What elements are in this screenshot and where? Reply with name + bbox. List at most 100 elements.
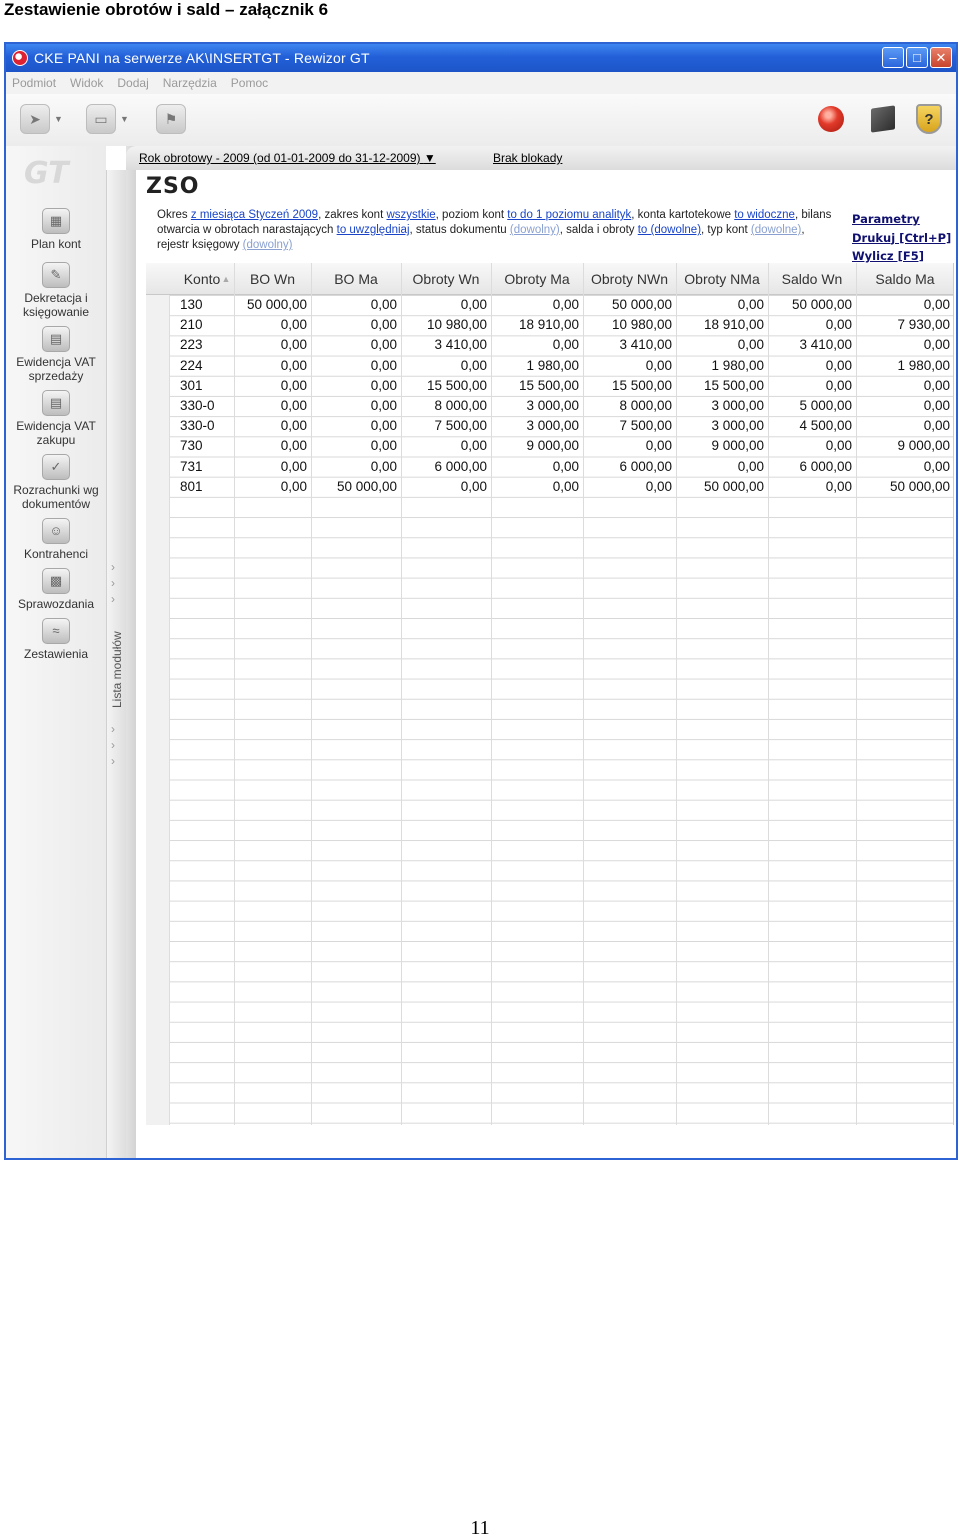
table-row[interactable]: 801 0,00 50 000,00 0,00 0,00 0,00 50 000,00 0,0… xyxy=(146,477,953,497)
module-zestawienia[interactable]: ≈ Zestawienia xyxy=(6,618,106,661)
open-folder-button[interactable]: ▭ ▼ xyxy=(86,102,129,136)
cell-bo-ma: 0,00 xyxy=(370,418,397,434)
filter-opening-balance-link[interactable]: to uwzględniaj xyxy=(337,224,410,236)
filter-cards-link[interactable]: to widoczne xyxy=(734,209,795,221)
cell-obroty-nwn: 15 500,00 xyxy=(611,377,672,393)
column-divider[interactable] xyxy=(768,263,769,1125)
column-header-obroty-ma[interactable]: Obroty Ma xyxy=(491,263,583,295)
menu-pomoc[interactable]: Pomoc xyxy=(231,76,268,90)
menu-dodaj[interactable]: Dodaj xyxy=(117,76,148,90)
cell-obroty-ma: 18 910,00 xyxy=(518,317,579,333)
balances-table: Konto ▲ BO Wn BO Ma Obroty Wn Obroty Ma Obroty… xyxy=(146,263,954,1125)
column-divider[interactable] xyxy=(491,263,492,1125)
cell-saldo-wn: 50 000,00 xyxy=(791,297,852,312)
filter-type-link[interactable]: (dowolne) xyxy=(751,224,802,236)
table-row[interactable]: 330-0 0,00 0,00 7 500,00 3 000,00 7 500,00 3 0… xyxy=(146,416,953,436)
parameters-link[interactable]: Parametry xyxy=(852,210,951,229)
column-header-bo-wn[interactable]: BO Wn xyxy=(234,263,311,295)
minimize-icon[interactable]: – xyxy=(882,47,904,68)
module-vat-zakupu[interactable]: ▤ Ewidencja VAT zakupu xyxy=(6,390,106,447)
app-logo-icon xyxy=(12,50,28,66)
column-divider[interactable] xyxy=(311,263,312,1125)
chevron-right-icon: › xyxy=(111,722,115,736)
column-header-obroty-wn[interactable]: Obroty Wn xyxy=(401,263,491,295)
filter-level-link[interactable]: to do 1 poziomu analityk xyxy=(507,209,631,221)
cell-saldo-ma: 7 930,00 xyxy=(897,317,950,333)
maximize-icon[interactable]: □ xyxy=(906,47,928,68)
column-divider[interactable] xyxy=(401,263,402,1125)
table-row[interactable]: 130 50 000,00 0,00 0,00 0,00 50 000,00 0,00 50 … xyxy=(146,295,953,315)
filter-period-link[interactable]: z miesiąca Styczeń 2009 xyxy=(191,209,318,221)
cell-bo-ma: 0,00 xyxy=(370,377,397,393)
title-bar[interactable]: CKE PANI na serwerze AK\INSERTGT - Rewiz… xyxy=(6,44,956,72)
sort-indicator[interactable]: ▲ xyxy=(216,263,232,295)
menu-bar: Podmiot Widok Dodaj Narzędzia Pomoc xyxy=(6,72,956,94)
table-row[interactable]: 223 0,00 0,00 3 410,00 0,00 3 410,00 0,00 3 410… xyxy=(146,335,953,355)
cell-saldo-ma: 9 000,00 xyxy=(897,438,950,454)
column-divider[interactable] xyxy=(583,263,584,1125)
filter-range-link[interactable]: wszystkie xyxy=(386,209,435,221)
window-title: CKE PANI na serwerze AK\INSERTGT - Rewiz… xyxy=(34,50,370,66)
cell-bo-wn: 0,00 xyxy=(280,317,307,333)
cell-bo-ma: 0,00 xyxy=(370,438,397,454)
cell-obroty-nma: 15 500,00 xyxy=(703,377,764,393)
help-button[interactable]: ? xyxy=(912,102,946,136)
stamp-button[interactable]: ⚑ xyxy=(156,102,186,136)
filter-status-link[interactable]: (dowolny) xyxy=(510,224,560,236)
cell-obroty-ma: 0,00 xyxy=(552,297,579,312)
module-plan-kont[interactable]: ▦ Plan kont xyxy=(6,208,106,251)
lifebuoy-icon xyxy=(818,106,844,132)
table-row[interactable]: 224 0,00 0,00 0,00 1 980,00 0,00 1 980,00 0,00 1… xyxy=(146,356,953,376)
cell-konto: 730 xyxy=(180,438,203,454)
cell-obroty-nwn: 50 000,00 xyxy=(611,297,672,312)
column-divider[interactable] xyxy=(234,263,235,1125)
menu-podmiot[interactable]: Podmiot xyxy=(12,76,56,90)
module-sprawozdania[interactable]: ▩ Sprawozdania xyxy=(6,568,106,611)
table-row[interactable]: 210 0,00 0,00 10 980,00 18 910,00 10 980,00 18… xyxy=(146,315,953,335)
close-icon[interactable]: ✕ xyxy=(930,47,952,68)
vat-sales-icon: ▤ xyxy=(42,326,70,352)
lock-status-link[interactable]: Brak blokady xyxy=(493,151,562,165)
table-row[interactable]: 301 0,00 0,00 15 500,00 15 500,00 15 500,00 15… xyxy=(146,376,953,396)
filter-balances-link[interactable]: to (dowolne) xyxy=(638,224,701,236)
modules-list-label: Lista modułów xyxy=(110,631,124,709)
module-kontrahenci[interactable]: ☺ Kontrahenci xyxy=(6,518,106,561)
module-dekretacja[interactable]: ✎ Dekretacja i księgowanie xyxy=(6,262,106,319)
contractors-icon: ☺ xyxy=(42,518,70,544)
module-label: Ewidencja VAT zakupu xyxy=(16,419,96,447)
chevron-right-icon: › xyxy=(111,754,115,768)
column-divider[interactable] xyxy=(856,263,857,1125)
filter-register-link[interactable]: (dowolny) xyxy=(243,239,293,251)
cell-obroty-nwn: 0,00 xyxy=(645,438,672,454)
table-row[interactable]: 730 0,00 0,00 0,00 9 000,00 0,00 9 000,00 0,00 9… xyxy=(146,436,953,456)
module-vat-sprzedazy[interactable]: ▤ Ewidencja VAT sprzedaży xyxy=(6,326,106,383)
cube-button[interactable] xyxy=(866,102,900,136)
fiscal-year-dropdown[interactable]: Rok obrotowy - 2009 (od 01-01-2009 do 31… xyxy=(139,151,436,165)
filter-text: , konta kartotekowe xyxy=(631,209,735,221)
stamp-icon: ⚑ xyxy=(156,104,186,134)
menu-widok[interactable]: Widok xyxy=(70,76,103,90)
cell-saldo-wn: 4 500,00 xyxy=(799,418,852,434)
column-divider[interactable] xyxy=(676,263,677,1125)
column-header-saldo-ma[interactable]: Saldo Ma xyxy=(856,263,954,295)
cell-obroty-wn: 0,00 xyxy=(460,478,487,494)
table-row[interactable]: 330-0 0,00 0,00 8 000,00 3 000,00 8 000,00 3 0… xyxy=(146,396,953,416)
module-label: Plan kont xyxy=(30,237,82,251)
column-header-saldo-wn[interactable]: Saldo Wn xyxy=(768,263,856,295)
column-header-obroty-nma[interactable]: Obroty NMa xyxy=(676,263,768,295)
table-row[interactable]: 731 0,00 0,00 6 000,00 0,00 6 000,00 0,00 6 000… xyxy=(146,457,953,477)
print-link[interactable]: Drukuj [Ctrl+P] xyxy=(852,229,951,248)
cell-konto: 224 xyxy=(180,357,203,373)
select-arrow-icon: ➤ xyxy=(20,104,50,134)
select-tool-button[interactable]: ➤ ▼ xyxy=(20,102,63,136)
cell-obroty-nwn: 7 500,00 xyxy=(619,418,672,434)
lifebuoy-button[interactable] xyxy=(814,102,848,136)
cell-obroty-nma: 0,00 xyxy=(737,458,764,474)
cell-saldo-wn: 0,00 xyxy=(825,357,852,373)
column-header-bo-ma[interactable]: BO Ma xyxy=(311,263,401,295)
column-header-obroty-nwn[interactable]: Obroty NWn xyxy=(583,263,676,295)
menu-narzedzia[interactable]: Narzędzia xyxy=(163,76,217,90)
modules-collapse-bar[interactable]: › › › Lista modułów › › › xyxy=(106,170,126,1158)
module-rozrachunki[interactable]: ✓ Rozrachunki wg dokumentów xyxy=(6,454,106,511)
cell-obroty-nma: 3 000,00 xyxy=(711,398,764,413)
